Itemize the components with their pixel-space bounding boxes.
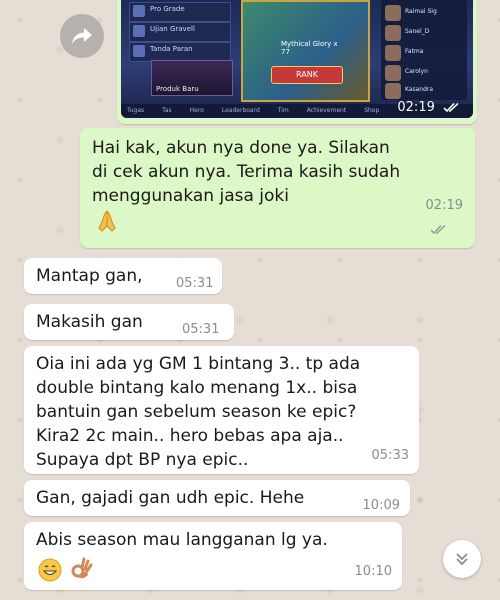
game-row: Tanda Paran [129, 42, 231, 62]
friend-entry: Sanel_D [385, 24, 463, 44]
incoming-message[interactable]: Abis season mau langganan lg ya. 10:10 [24, 522, 402, 590]
incoming-message[interactable]: Mantap gan, 05:31 [24, 258, 222, 294]
friend-entry: Fatma [385, 44, 463, 64]
incoming-message[interactable]: Oia ini ada yg GM 1 bintang 3.. tp ada d… [24, 346, 419, 474]
forward-button[interactable] [60, 14, 104, 58]
double-check-icon [443, 102, 459, 113]
incoming-message[interactable]: Gan, gajadi gan udh epic. Hehe 10:09 [24, 480, 410, 516]
message-text: Mantap gan, [36, 266, 143, 286]
rank-button-graphic: RANK [271, 66, 343, 84]
folded-hands-icon [98, 210, 116, 232]
message-text: Makasih gan [36, 312, 143, 332]
game-left-panel: Pro Grade Ujian Gravell Tanda Paran Prod… [129, 2, 233, 102]
game-friend-list: Raimai Sig Sanel_D Fatma Carolyn Kasandr… [381, 0, 467, 100]
double-chevron-down-icon [456, 553, 468, 566]
message-text: Abis season mau langganan lg ya. [36, 530, 328, 550]
outgoing-message[interactable]: Hai kak, akun nya done ya. Silakan di ce… [80, 128, 475, 248]
image-message-bubble[interactable]: Pro Grade Ujian Gravell Tanda Paran Prod… [117, 0, 477, 124]
hero-card: Produk Baru [151, 60, 233, 96]
image-message-time: 02:19 [397, 100, 461, 115]
message-time: 10:10 [354, 564, 392, 579]
friend-entry: Raimai Sig [385, 4, 463, 24]
message-text: Hai kak, akun nya done ya. Silakan di ce… [92, 138, 401, 206]
grinning-face-icon [38, 558, 62, 582]
message-time: 05:31 [182, 322, 220, 337]
scroll-to-bottom-button[interactable] [443, 540, 481, 578]
friend-entry: Carolyn [385, 64, 463, 84]
double-check-icon [430, 224, 446, 235]
game-row: Pro Grade [129, 2, 231, 22]
friend-entry: Kasandra [385, 82, 463, 102]
rank-badge-label: Mythical Glory x 77 [281, 40, 338, 56]
forward-icon [72, 28, 92, 44]
message-text: Gan, gajadi gan udh epic. Hehe [36, 488, 305, 508]
incoming-message[interactable]: Makasih gan 05:31 [24, 304, 234, 340]
message-time: 05:31 [176, 276, 214, 291]
game-row: Ujian Gravell [129, 22, 231, 42]
ok-hand-icon [71, 557, 93, 579]
message-time: 10:09 [362, 498, 400, 513]
message-text: Oia ini ada yg GM 1 bintang 3.. tp ada d… [36, 354, 361, 470]
message-time: 02:19 [426, 170, 463, 242]
message-time: 05:33 [371, 448, 409, 463]
